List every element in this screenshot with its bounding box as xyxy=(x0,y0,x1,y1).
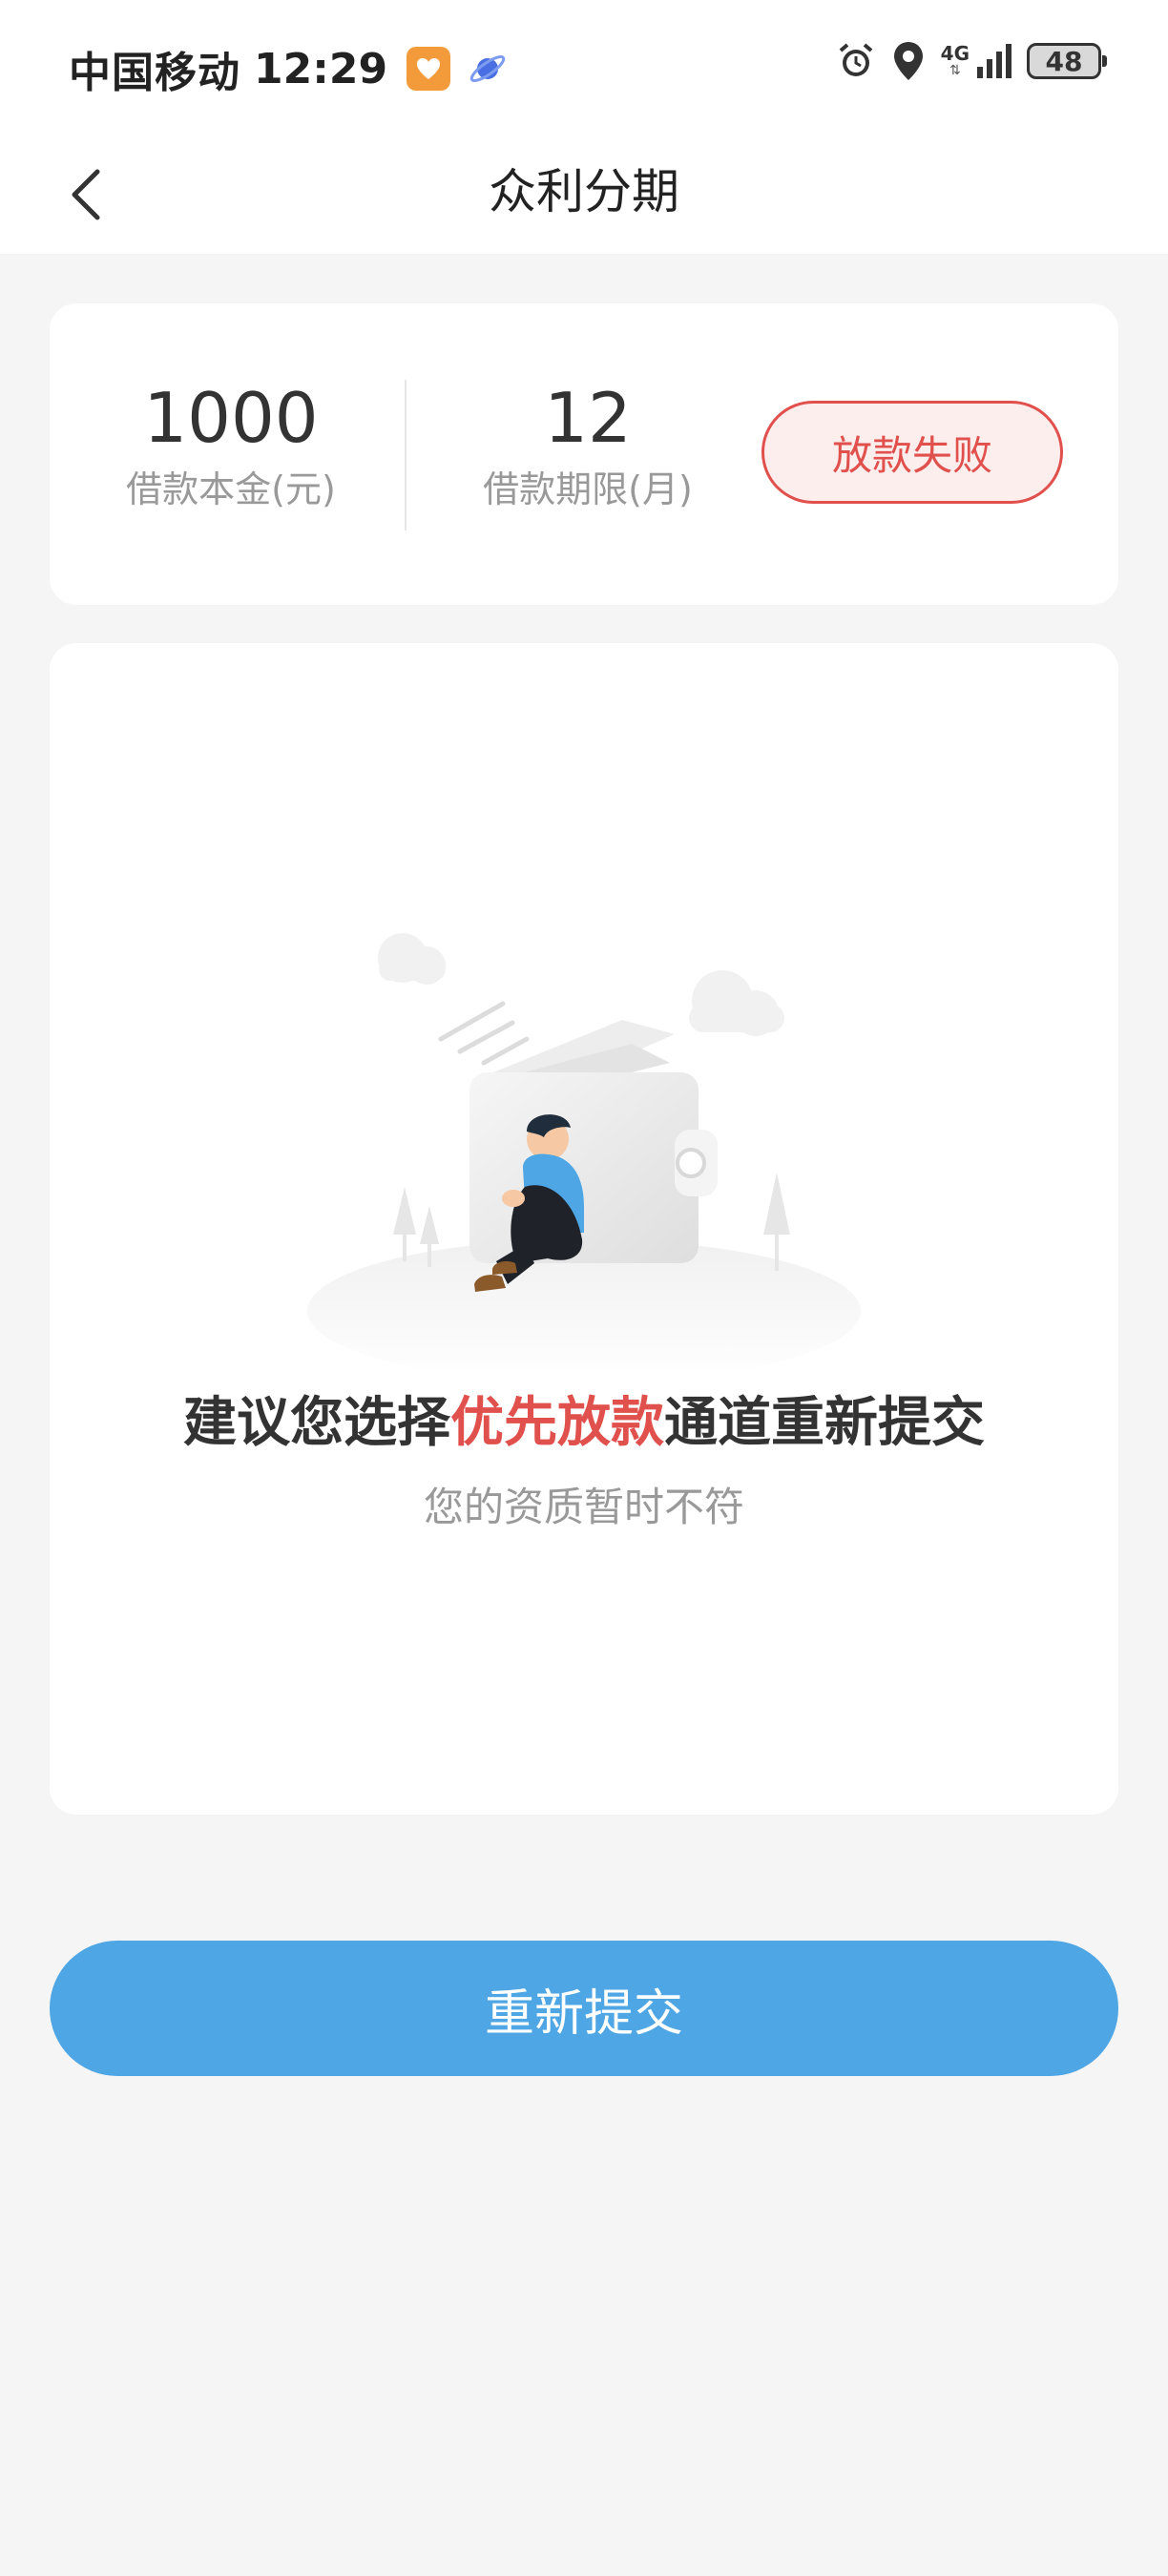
resubmit-button[interactable]: 重新提交 xyxy=(50,1941,1118,2076)
battery-level: 48 xyxy=(1045,45,1083,77)
carrier-name: 中国移动 xyxy=(69,49,240,97)
status-right: 4G ⇅ 48 xyxy=(836,40,1107,82)
rejection-reason: 您的资质暂时不符 xyxy=(423,1484,744,1530)
loan-status-badge: 放款失败 xyxy=(761,401,1063,504)
loan-summary-card: 1000 借款本金(元) 12 借款期限(月) 放款失败 xyxy=(50,303,1118,605)
person-sitting-by-wallet-illustration xyxy=(307,933,861,1368)
term-value: 12 xyxy=(544,378,632,458)
suggestion-prefix: 建议您选择 xyxy=(183,1392,450,1454)
term-label: 借款期限(月) xyxy=(483,468,693,510)
alarm-icon xyxy=(839,43,872,76)
page-title: 众利分期 xyxy=(489,164,679,219)
priority-channel-highlight: 优先放款 xyxy=(450,1392,664,1454)
nav-header: 众利分期 xyxy=(0,134,1168,254)
signal-icon: 4G ⇅ xyxy=(941,44,1012,78)
suggestion-text: 建议您选择优先放款通道重新提交 xyxy=(50,1385,1118,1462)
status-left: 中国移动 12:29 xyxy=(69,38,510,99)
status-bar: 中国移动 12:29 4G ⇅ 48 xyxy=(0,0,1168,134)
network-type: 4G xyxy=(940,42,970,65)
planet-icon xyxy=(469,55,506,82)
principal-value: 1000 xyxy=(143,378,319,458)
loan-status-page: 中国移动 12:29 4G ⇅ 48 众利分期 1000 借款本金(元) 12 … xyxy=(0,0,1168,2576)
principal-stat: 1000 借款本金(元) xyxy=(50,380,412,513)
principal-label: 借款本金(元) xyxy=(126,468,336,510)
app-heart-icon xyxy=(407,47,451,91)
network-indicator: 4G ⇅ xyxy=(940,42,970,78)
battery-icon: 48 xyxy=(1027,43,1107,79)
result-card: 建议您选择优先放款通道重新提交 您的资质暂时不符 xyxy=(50,643,1118,1815)
location-icon xyxy=(893,42,923,80)
suggestion-suffix: 通道重新提交 xyxy=(664,1392,985,1454)
clock-time: 12:29 xyxy=(254,44,388,93)
term-stat: 12 借款期限(月) xyxy=(407,380,769,513)
